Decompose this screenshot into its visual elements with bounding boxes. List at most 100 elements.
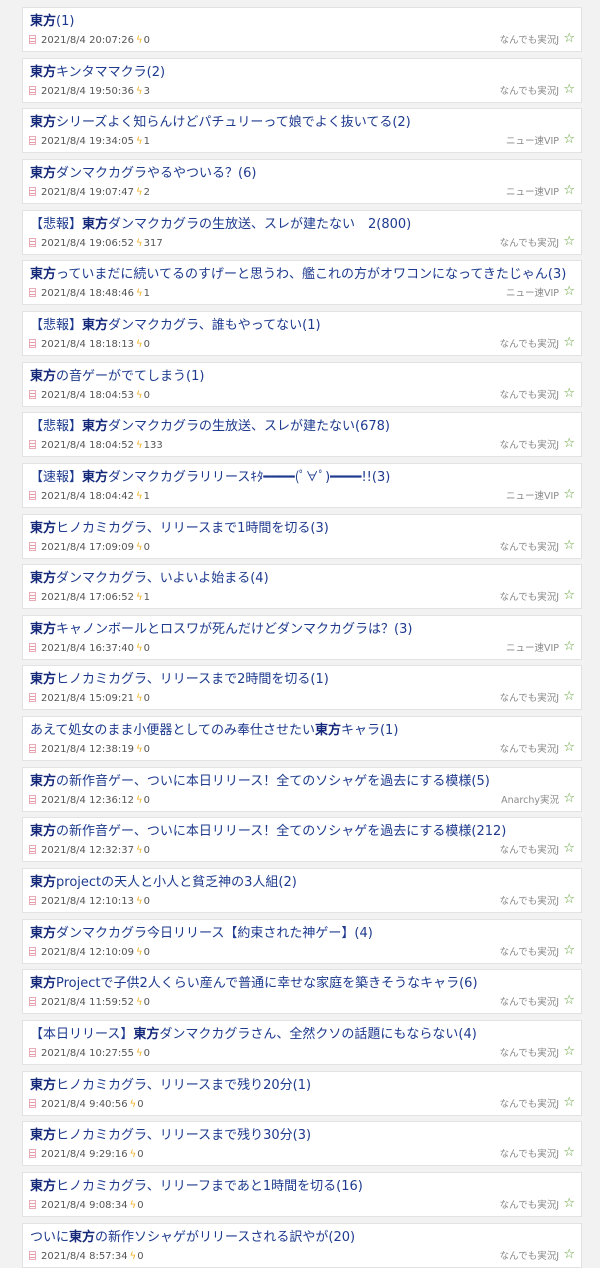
thread-title-link[interactable]: 東方ダンマクカグラ、いよいよ始まる(4) — [30, 570, 575, 587]
thread-title-link[interactable]: 【速報】東方ダンマクカグラリリースｷﾀ━━━━(ﾟ∀ﾟ)━━━━!!(3) — [30, 469, 575, 486]
thread-board-name[interactable]: なんでも実況J — [500, 238, 559, 250]
thread-title-link[interactable]: 東方Projectで子供2人くらい産んで普通に幸せな家庭を築きそうなキャラ(6) — [30, 975, 575, 992]
thread-title-link[interactable]: 東方っていまだに続いてるのすげーと思うわ、艦これの方がオワコンになってきたじゃん… — [30, 266, 575, 283]
favorite-star-icon[interactable]: ☆ — [563, 82, 575, 97]
favorite-star-icon[interactable]: ☆ — [563, 1247, 575, 1262]
thread-title-link[interactable]: 東方projectの天人と小人と貧乏神の3人組(2) — [30, 874, 575, 891]
favorite-star-icon[interactable]: ☆ — [563, 32, 575, 46]
favorite-star-icon[interactable]: ☆ — [563, 437, 575, 451]
thread-board-name[interactable]: なんでも実況J — [500, 35, 559, 47]
thread-item[interactable]: 東方キンタママクラ(2) 2021/8/4 19:50:36 ϟ3 なんでも実況J ☆ — [22, 57, 582, 103]
favorite-star-icon[interactable]: ☆ — [563, 487, 575, 502]
thread-board-name[interactable]: なんでも実況J — [500, 339, 559, 351]
thread-item[interactable]: 東方っていまだに続いてるのすげーと思うわ、艦これの方がオワコンになってきたじゃん… — [22, 260, 582, 306]
thread-title-link[interactable]: 【悲報】東方ダンマクカグラの生放送、スレが建たない(678) — [30, 418, 575, 435]
favorite-star-icon[interactable]: ☆ — [563, 589, 575, 603]
favorite-star-icon[interactable]: ☆ — [563, 234, 575, 249]
favorite-star-icon[interactable]: ☆ — [563, 386, 575, 401]
thread-item[interactable]: 東方キャノンボールとロスワが死んだけどダンマクカグラは？(3) 2021/8/4 … — [22, 614, 582, 660]
favorite-star-icon[interactable]: ☆ — [563, 285, 575, 299]
favorite-star-icon[interactable]: ☆ — [563, 690, 575, 704]
thread-item[interactable]: 東方ヒノカミカグラ、リリースまで2時間を切る(1) 2021/8/4 15:09:… — [22, 665, 582, 711]
thread-item[interactable]: 東方ヒノカミカグラ、リリースまで1時間を切る(3) 2021/8/4 17:09:… — [22, 513, 582, 559]
thread-item[interactable]: 東方ダンマクカグラ今日リリース【約束された神ゲー】(4) 2021/8/4 12:… — [22, 918, 582, 964]
thread-title-link[interactable]: 東方キンタママクラ(2) — [30, 64, 575, 81]
thread-title-link[interactable]: 東方シリーズよく知らんけどパチュリーって娘でよく抜いてる(2) — [30, 114, 575, 131]
thread-item[interactable]: 東方ヒノカミカグラ、リリーフまであと1時間を切る(16) 2021/8/4 9:0… — [22, 1171, 582, 1217]
thread-item[interactable]: あえて処女のまま小便器としてのみ奉仕させたい東方キャラ(1) 2021/8/4 1… — [22, 716, 582, 762]
thread-board-name[interactable]: なんでも実況J — [500, 592, 559, 604]
thread-title-link[interactable]: 東方の音ゲーがでてしまう(1) — [30, 368, 575, 385]
thread-item[interactable]: 東方ヒノカミカグラ、リリースまで残り20分(1) 2021/8/4 9:40:56… — [22, 1070, 582, 1116]
favorite-star-icon[interactable]: ☆ — [563, 741, 575, 755]
favorite-star-icon[interactable]: ☆ — [563, 133, 575, 147]
thread-board-name[interactable]: ニュー速VIP — [506, 187, 559, 199]
thread-item[interactable]: 東方(1) 2021/8/4 20:07:26 ϟ0 なんでも実況J ☆ — [22, 7, 582, 52]
thread-board-name[interactable]: ニュー速VIP — [506, 136, 559, 148]
thread-board-name[interactable]: なんでも実況J — [500, 390, 559, 402]
thread-title-link[interactable]: 【悲報】東方ダンマクカグラの生放送、スレが建たない 2(800) — [30, 216, 575, 233]
thread-title-link[interactable]: 東方ダンマクカグラやるやついる？(6) — [30, 165, 575, 182]
thread-item[interactable]: 【悲報】東方ダンマクカグラ、誰もやってない(1) 2021/8/4 18:18:1… — [22, 310, 582, 356]
thread-board-name[interactable]: なんでも実況J — [500, 1149, 559, 1161]
favorite-star-icon[interactable]: ☆ — [563, 1146, 575, 1160]
thread-board-name[interactable]: なんでも実況J — [500, 86, 559, 98]
favorite-star-icon[interactable]: ☆ — [563, 994, 575, 1008]
favorite-star-icon[interactable]: ☆ — [563, 183, 575, 198]
thread-board-name[interactable]: なんでも実況J — [500, 440, 559, 452]
thread-board-name[interactable]: なんでも実況J — [500, 1099, 559, 1111]
thread-item[interactable]: 東方シリーズよく知らんけどパチュリーって娘でよく抜いてる(2) 2021/8/4 … — [22, 108, 582, 154]
thread-board-name[interactable]: なんでも実況J — [500, 542, 559, 554]
thread-title-link[interactable]: 【悲報】東方ダンマクカグラ、誰もやってない(1) — [30, 317, 575, 334]
thread-item[interactable]: 東方ヒノカミカグラ、リリースまで残り30分(3) 2021/8/4 9:29:16… — [22, 1121, 582, 1167]
thread-board-name[interactable]: なんでも実況J — [500, 947, 559, 959]
favorite-star-icon[interactable]: ☆ — [563, 842, 575, 856]
favorite-star-icon[interactable]: ☆ — [563, 1045, 575, 1059]
thread-item[interactable]: 東方ダンマクカグラ、いよいよ始まる(4) 2021/8/4 17:06:52 ϟ1 な… — [22, 564, 582, 610]
thread-board-name[interactable]: なんでも実況J — [500, 845, 559, 857]
thread-item[interactable]: 東方の新作音ゲー、ついに本日リリース！全てのソシャゲを過去にする模様(212) 2… — [22, 817, 582, 863]
thread-title-link[interactable]: あえて処女のまま小便器としてのみ奉仕させたい東方キャラ(1) — [30, 722, 575, 739]
favorite-star-icon[interactable]: ☆ — [563, 893, 575, 907]
favorite-star-icon[interactable]: ☆ — [563, 335, 575, 350]
thread-item[interactable]: 【悲報】東方ダンマクカグラの生放送、スレが建たない(678) 2021/8/4 1… — [22, 412, 582, 458]
thread-board-name[interactable]: なんでも実況J — [500, 693, 559, 705]
thread-board-name[interactable]: ニュー速VIP — [506, 643, 559, 655]
thread-item[interactable]: 東方の音ゲーがでてしまう(1) 2021/8/4 18:04:53 ϟ0 なんでも実況… — [22, 361, 582, 407]
favorite-star-icon[interactable]: ☆ — [563, 1196, 575, 1211]
favorite-star-icon[interactable]: ☆ — [563, 1095, 575, 1110]
thread-title-link[interactable]: 東方ヒノカミカグラ、リリースまで残り20分(1) — [30, 1077, 575, 1094]
thread-title-link[interactable]: 東方の新作音ゲー、ついに本日リリース！全てのソシャゲを過去にする模様(5) — [30, 773, 575, 790]
thread-item[interactable]: 東方ダンマクカグラやるやついる？(6) 2021/8/4 19:07:47 ϟ2 ニュ… — [22, 158, 582, 204]
favorite-star-icon[interactable]: ☆ — [563, 639, 575, 654]
thread-board-name[interactable]: ニュー速VIP — [506, 491, 559, 503]
thread-board-name[interactable]: なんでも実況J — [500, 896, 559, 908]
thread-title-link[interactable]: ついに東方の新作ソシャゲがリリースされる訳やが(20) — [30, 1229, 575, 1246]
thread-item[interactable]: 【本日リリース】東方ダンマクカグラさん、全然クソの話題にもならない(4) 2021… — [22, 1020, 582, 1065]
thread-title-link[interactable]: 東方ヒノカミカグラ、リリースまで残り30分(3) — [30, 1127, 575, 1144]
thread-title-link[interactable]: 東方ヒノカミカグラ、リリーフまであと1時間を切る(16) — [30, 1178, 575, 1195]
thread-title-link[interactable]: 【本日リリース】東方ダンマクカグラさん、全然クソの話題にもならない(4) — [30, 1026, 575, 1043]
thread-title-link[interactable]: 東方ヒノカミカグラ、リリースまで2時間を切る(1) — [30, 671, 575, 688]
thread-title-link[interactable]: 東方の新作音ゲー、ついに本日リリース！全てのソシャゲを過去にする模様(212) — [30, 823, 575, 840]
thread-item[interactable]: 東方Projectで子供2人くらい産んで普通に幸せな家庭を築きそうなキャラ(6)… — [22, 969, 582, 1015]
thread-board-name[interactable]: ニュー速VIP — [506, 288, 559, 300]
thread-board-name[interactable]: なんでも実況J — [500, 744, 559, 756]
favorite-star-icon[interactable]: ☆ — [563, 791, 575, 806]
thread-item[interactable]: ついに東方の新作ソシャゲがリリースされる訳やが(20) 2021/8/4 8:57… — [22, 1222, 582, 1268]
thread-item[interactable]: 東方projectの天人と小人と貧乏神の3人組(2) 2021/8/4 12:10… — [22, 868, 582, 914]
favorite-star-icon[interactable]: ☆ — [563, 538, 575, 553]
thread-item[interactable]: 【悲報】東方ダンマクカグラの生放送、スレが建たない 2(800) 2021/8/4… — [22, 209, 582, 255]
favorite-star-icon[interactable]: ☆ — [563, 943, 575, 958]
thread-title-link[interactable]: 東方(1) — [30, 13, 575, 30]
thread-board-name[interactable]: Anarchy実況 — [501, 795, 559, 807]
thread-board-name[interactable]: なんでも実況J — [500, 997, 559, 1009]
thread-title-link[interactable]: 東方ヒノカミカグラ、リリースまで1時間を切る(3) — [30, 520, 575, 537]
thread-board-name[interactable]: なんでも実況J — [500, 1200, 559, 1212]
thread-board-name[interactable]: なんでも実況J — [500, 1251, 559, 1263]
thread-item[interactable]: 東方の新作音ゲー、ついに本日リリース！全てのソシャゲを過去にする模様(5) 202… — [22, 766, 582, 812]
thread-board-name[interactable]: なんでも実況J — [500, 1048, 559, 1060]
thread-item[interactable]: 【速報】東方ダンマクカグラリリースｷﾀ━━━━(ﾟ∀ﾟ)━━━━!!(3) 202… — [22, 462, 582, 508]
thread-title-link[interactable]: 東方ダンマクカグラ今日リリース【約束された神ゲー】(4) — [30, 925, 575, 942]
thread-title-link[interactable]: 東方キャノンボールとロスワが死んだけどダンマクカグラは？(3) — [30, 621, 575, 638]
